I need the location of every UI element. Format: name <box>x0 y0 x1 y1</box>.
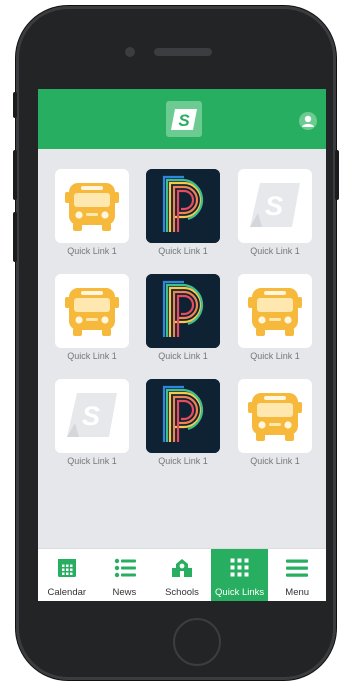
tab-label: Schools <box>165 587 199 598</box>
app-logo[interactable]: S <box>166 101 202 137</box>
volume-down-button <box>13 212 17 262</box>
tab-label: Calendar <box>47 587 87 598</box>
quick-link-label: Quick Link 1 <box>67 351 117 361</box>
quick-link-tile[interactable]: Quick Link 1 <box>55 169 129 262</box>
tab-news[interactable]: News <box>96 549 154 601</box>
user-icon <box>302 115 314 127</box>
volume-up-button <box>13 150 17 200</box>
mute-switch <box>13 92 17 118</box>
svg-text:S: S <box>265 191 283 221</box>
svg-text:S: S <box>178 111 190 130</box>
quick-link-tile[interactable]: Quick Link 1 <box>238 379 312 472</box>
calendar-icon <box>56 557 78 579</box>
app-screen: S Quick Link 1 Quick Link 1 S Quick Link… <box>38 89 326 601</box>
hamburger-menu-icon <box>286 557 309 579</box>
front-camera <box>125 47 135 57</box>
schoolmessenger-logo-icon: S <box>55 379 129 453</box>
schoolmessenger-logo-icon: S <box>171 109 197 130</box>
tab-menu[interactable]: Menu <box>268 549 326 601</box>
quick-link-tile[interactable]: Quick Link 1 <box>238 274 312 367</box>
tab-label: Quick Links <box>215 587 265 598</box>
tab-label: News <box>112 587 137 598</box>
tab-schools[interactable]: Schools <box>153 549 211 601</box>
school-bus-icon <box>55 169 129 243</box>
top-bar: S <box>38 89 326 149</box>
quick-link-tile[interactable]: S Quick Link 1 <box>55 379 129 472</box>
quick-link-tile[interactable]: S Quick Link 1 <box>238 169 312 262</box>
home-button[interactable] <box>173 618 221 666</box>
school-icon <box>171 557 193 579</box>
schoolmessenger-logo-icon: S <box>238 169 312 243</box>
quick-link-label: Quick Link 1 <box>158 456 208 466</box>
quick-link-label: Quick Link 1 <box>250 246 300 256</box>
list-icon <box>114 557 136 579</box>
quick-links-grid: Quick Link 1 Quick Link 1 S Quick Link 1 <box>38 149 326 547</box>
powerschool-logo-icon <box>146 274 220 348</box>
quick-link-label: Quick Link 1 <box>158 351 208 361</box>
bottom-tab-bar: Calendar News Schools Quick Links Menu <box>38 548 326 601</box>
tab-label: Menu <box>285 587 310 598</box>
tab-calendar[interactable]: Calendar <box>38 549 96 601</box>
svg-text:S: S <box>82 401 100 431</box>
quick-link-tile[interactable]: Quick Link 1 <box>146 379 220 472</box>
quick-link-label: Quick Link 1 <box>158 246 208 256</box>
quick-link-tile[interactable]: Quick Link 1 <box>146 274 220 367</box>
powerschool-logo-icon <box>146 169 220 243</box>
earpiece-speaker <box>154 48 212 56</box>
power-button <box>335 150 339 200</box>
quick-link-label: Quick Link 1 <box>250 456 300 466</box>
quick-link-label: Quick Link 1 <box>250 351 300 361</box>
school-bus-icon <box>238 274 312 348</box>
profile-button[interactable] <box>299 112 317 130</box>
school-bus-icon <box>238 379 312 453</box>
grid-icon <box>229 557 251 579</box>
quick-link-tile[interactable]: Quick Link 1 <box>146 169 220 262</box>
school-bus-icon <box>55 274 129 348</box>
powerschool-logo-icon <box>146 379 220 453</box>
tab-quick-links[interactable]: Quick Links <box>210 549 269 601</box>
quick-link-tile[interactable]: Quick Link 1 <box>55 274 129 367</box>
quick-link-label: Quick Link 1 <box>67 246 117 256</box>
quick-link-label: Quick Link 1 <box>67 456 117 466</box>
